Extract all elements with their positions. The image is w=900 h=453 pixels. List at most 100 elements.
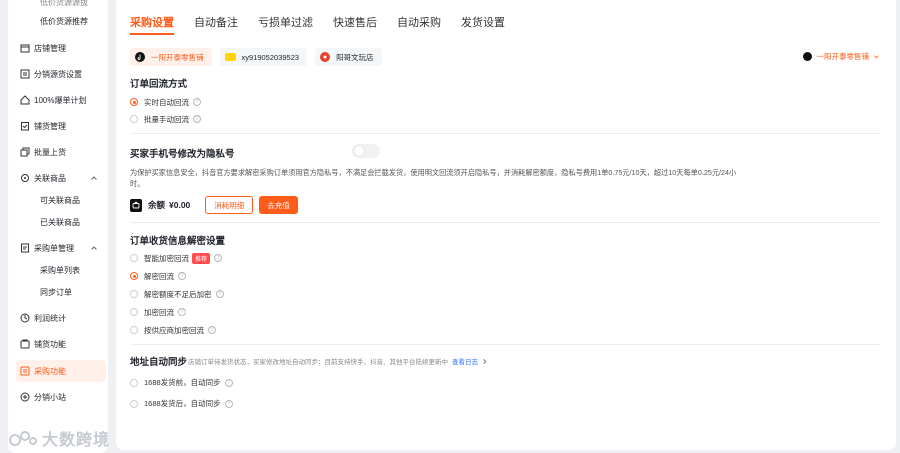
sidebar-item-label: 同步订单 <box>40 287 72 297</box>
radio-button[interactable] <box>130 290 138 298</box>
sidebar-item-low-price[interactable]: 低价货源推荐 <box>16 10 106 32</box>
tab-loss-filter[interactable]: 亏损单过滤 <box>258 14 313 36</box>
radio-button[interactable] <box>130 272 138 280</box>
consumption-detail-button[interactable]: 消耗明细 <box>205 196 254 214</box>
chevron-right-icon <box>483 358 487 364</box>
help-icon[interactable]: ? <box>193 98 201 106</box>
tab-auto-remark[interactable]: 自动备注 <box>194 14 238 36</box>
shop-chip-douyin[interactable]: 一阳开泰零售铺 <box>130 48 212 66</box>
section-title-privacy: 买家手机号修改为隐私号 <box>130 149 235 160</box>
help-icon[interactable]: ? <box>224 378 233 387</box>
settings-list-icon <box>20 69 30 79</box>
sidebar-item-label: 店铺管理 <box>34 43 66 53</box>
chevron-up-icon <box>91 176 97 180</box>
shop-chip-yangge[interactable]: 阳哥文玩店 <box>315 48 382 66</box>
tab-auto-purchase[interactable]: 自动采购 <box>397 14 441 36</box>
help-icon[interactable]: ? <box>215 290 224 298</box>
radio-button[interactable] <box>130 326 138 334</box>
checkbox[interactable] <box>130 378 138 387</box>
copy-icon <box>20 147 30 157</box>
radio-label: 按供应商加密回流 <box>144 325 204 335</box>
order-icon <box>20 243 30 253</box>
radio-smart-encrypt[interactable]: 智能加密回流 推荐 ? <box>130 252 223 264</box>
shop-name: xy919052039523 <box>241 52 300 62</box>
sidebar-item-label: 关联商品 <box>34 173 66 183</box>
divider <box>130 344 880 345</box>
sidebar-item-label: 可关联商品 <box>40 195 80 205</box>
sidebar-item-label: 分销源货设置 <box>34 69 82 79</box>
tab-quick-aftersale[interactable]: 快速售后 <box>333 14 377 36</box>
help-icon[interactable]: ? <box>193 115 201 123</box>
link-icon <box>20 173 30 183</box>
sidebar-item-label: 采购功能 <box>34 366 66 376</box>
sidebar-item-store-manage[interactable]: 店铺管理 <box>16 37 106 59</box>
help-icon[interactable]: ? <box>178 272 186 280</box>
radio-realtime-backflow[interactable]: 实时自动回流 ? <box>130 96 201 108</box>
sidebar-item-listing-manage[interactable]: 铺货管理 <box>16 115 106 137</box>
help-icon[interactable]: ? <box>224 399 233 408</box>
radio-button[interactable] <box>130 254 138 262</box>
sidebar-item-listing-functions[interactable]: 铺货功能 <box>16 333 106 355</box>
help-icon[interactable]: ? <box>178 308 186 316</box>
radio-button[interactable] <box>130 98 138 106</box>
radio-label: 实时自动回流 <box>144 97 189 107</box>
radio-encrypt-when-insufficient[interactable]: 解密额度不足后加密 ? <box>130 288 224 300</box>
sidebar-item-partial[interactable]: 低价货源源拔 <box>40 0 88 8</box>
sidebar: 低价货源源拔 低价货源推荐 店铺管理 分销源货设置 100%爆单计划 铺货管理 … <box>8 0 108 453</box>
help-icon[interactable]: ? <box>208 326 216 334</box>
sidebar-item-purchase-functions[interactable]: 采购功能 <box>16 360 106 382</box>
section-title-address-sync: 地址自动同步 <box>130 357 188 368</box>
sidebar-item-label: 采购单列表 <box>40 265 80 275</box>
balance-value: ¥0.00 <box>169 200 191 210</box>
sync-before-shipping[interactable]: 1688发货前，自动同步 ? <box>130 377 233 388</box>
stats-icon <box>20 313 30 323</box>
shop-chip-xianyu[interactable]: xy919052039523 <box>219 48 308 66</box>
sidebar-item-purchase-orders[interactable]: 采购单管理 <box>16 237 106 259</box>
chevron-up-icon <box>91 246 97 250</box>
sidebar-item-profit-stats[interactable]: 利润统计 <box>16 307 106 329</box>
radio-decrypt-backflow[interactable]: 解密回流 ? <box>130 270 186 282</box>
radio-button[interactable] <box>130 308 138 316</box>
sidebar-item-distribution-settings[interactable]: 分销源货设置 <box>16 63 106 85</box>
radio-button[interactable] <box>130 115 138 123</box>
view-log-link[interactable]: 查看日志 <box>452 356 478 366</box>
sidebar-item-linked[interactable]: 已关联商品 <box>16 211 106 233</box>
privacy-toggle[interactable] <box>352 144 380 158</box>
radio-label: 批量手动回流 <box>144 114 189 124</box>
clipboard-icon <box>20 121 30 131</box>
wallet-icon <box>130 198 142 212</box>
checkbox-label: 1688发货后，自动同步 <box>144 399 221 408</box>
shop-selector[interactable]: 一阳开泰零售铺 <box>802 51 881 62</box>
station-icon <box>20 392 30 402</box>
shop-name: 阳哥文玩店 <box>336 52 374 62</box>
radio-label: 加密回流 <box>144 307 174 317</box>
radio-label: 解密回流 <box>144 271 174 281</box>
watermark: 大数跨境 <box>8 426 110 450</box>
function-icon <box>20 339 30 349</box>
sidebar-item-boom-plan[interactable]: 100%爆单计划 <box>16 89 106 111</box>
radio-encrypt-backflow[interactable]: 加密回流 ? <box>130 306 186 318</box>
sync-after-shipping[interactable]: 1688发货后，自动同步 ? <box>130 398 233 409</box>
checkbox[interactable] <box>130 399 138 408</box>
radio-batch-backflow[interactable]: 批量手动回流 ? <box>130 113 201 125</box>
section-title-decrypt: 订单收货信息解密设置 <box>130 236 226 247</box>
tab-shipping-settings[interactable]: 发货设置 <box>461 14 505 36</box>
sidebar-item-sync-orders[interactable]: 同步订单 <box>16 281 106 303</box>
sidebar-item-linked-products[interactable]: 关联商品 <box>16 167 106 189</box>
sidebar-item-linkable[interactable]: 可关联商品 <box>16 189 106 211</box>
main-panel: 采购设置 自动备注 亏损单过滤 快速售后 自动采购 发货设置 一阳开泰零售铺 x… <box>116 0 896 450</box>
help-icon[interactable]: ? <box>214 254 223 262</box>
tab-purchase-settings[interactable]: 采购设置 <box>130 14 174 36</box>
recharge-button[interactable]: 去充值 <box>259 196 298 214</box>
watermark-text: 大数跨境 <box>42 432 111 449</box>
radio-label: 解密额度不足后加密 <box>144 289 212 299</box>
sidebar-item-batch-upload[interactable]: 批量上货 <box>16 141 106 163</box>
store-icon <box>20 43 30 53</box>
sidebar-item-label: 100%爆单计划 <box>34 95 87 105</box>
sidebar-item-label: 分销小站 <box>34 392 66 402</box>
sidebar-item-distribution-station[interactable]: 分销小站 <box>16 386 106 408</box>
sidebar-item-label: 采购单管理 <box>34 243 74 253</box>
radio-supplier-encrypt[interactable]: 按供应商加密回流 ? <box>130 324 216 336</box>
recommend-badge: 推荐 <box>192 252 211 264</box>
sidebar-item-purchase-list[interactable]: 采购单列表 <box>16 259 106 281</box>
